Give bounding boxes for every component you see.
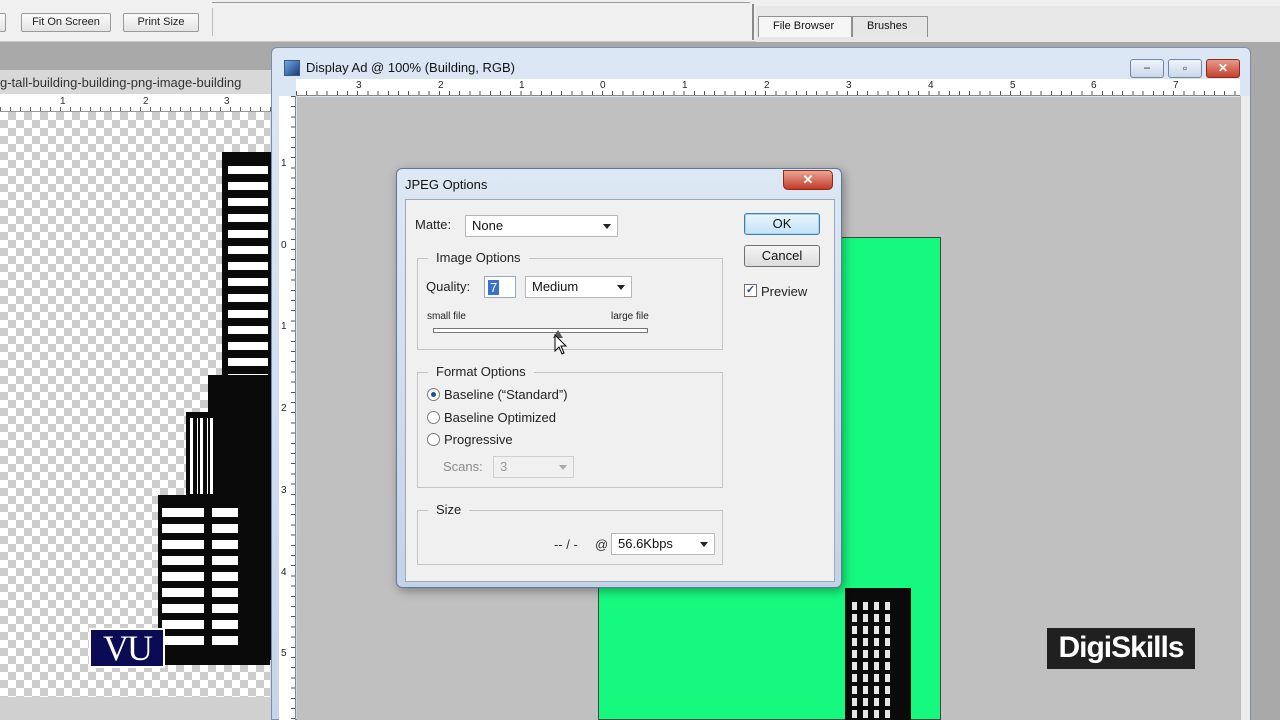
vertical-scrollbar[interactable] <box>1240 96 1250 720</box>
hruler-number: 1 <box>682 80 688 91</box>
vu-logo: VU <box>89 628 165 668</box>
chevron-down-icon <box>700 542 708 547</box>
chevron-down-icon <box>559 465 567 470</box>
size-legend: Size <box>428 502 470 517</box>
left-document-status <box>0 697 272 720</box>
ok-button[interactable]: OK <box>744 213 820 235</box>
baseline-standard-label: Baseline (“Standard”) <box>444 387 568 402</box>
size-at-symbol: @ <box>595 537 609 552</box>
hruler-number: 2 <box>764 80 770 91</box>
progressive-radio[interactable] <box>427 433 440 446</box>
quality-slider-track[interactable] <box>433 328 648 333</box>
fit-on-screen-button[interactable]: Fit On Screen <box>21 13 111 32</box>
hruler-number: 5 <box>1010 80 1016 91</box>
window-close-button[interactable]: ✕ <box>1206 59 1240 78</box>
quality-preset-select[interactable]: Medium <box>525 276 632 298</box>
mouse-cursor-icon <box>554 334 568 355</box>
hruler-number: 3 <box>356 80 362 91</box>
left-ruler-number: 1 <box>60 96 66 107</box>
chevron-down-icon <box>603 224 611 229</box>
hruler-number: 2 <box>438 80 444 91</box>
quality-preset-value: Medium <box>532 279 579 294</box>
quality-value: 7 <box>488 280 500 295</box>
quality-label: Quality: <box>426 279 471 294</box>
matte-label: Matte: <box>415 217 452 232</box>
photoshop-doc-icon <box>284 60 300 76</box>
small-file-label: small file <box>427 311 466 322</box>
options-top-line <box>212 2 750 3</box>
chevron-down-icon <box>617 285 625 290</box>
quality-input[interactable]: 7 <box>484 276 516 298</box>
hruler-number: 1 <box>519 80 525 91</box>
left-document-ruler <box>0 94 272 112</box>
left-document-title[interactable]: g-tall-building-building-png-image-build… <box>0 75 272 95</box>
dialog-title: JPEG Options <box>405 177 488 192</box>
preview-label: Preview <box>761 284 808 299</box>
image-options-legend: Image Options <box>428 250 529 265</box>
hruler-number: 7 <box>1173 80 1179 91</box>
print-size-button[interactable]: Print Size <box>123 13 199 32</box>
baseline-optimized-radio[interactable] <box>427 411 440 424</box>
vruler-number: 5 <box>281 648 287 659</box>
preview-checkbox[interactable]: ✓ <box>744 284 757 297</box>
matte-value: None <box>472 218 504 233</box>
cancel-button[interactable]: Cancel <box>744 245 820 267</box>
hruler-number: 0 <box>600 80 606 91</box>
left-ruler-number: 2 <box>143 96 149 107</box>
size-estimate: -- / - <box>554 537 578 552</box>
tab-file-browser[interactable]: File Browser <box>758 16 852 37</box>
digiskills-logo: DigiSkills <box>1047 628 1195 669</box>
large-file-label: large file <box>611 311 649 322</box>
vruler-number: 2 <box>281 403 287 414</box>
dialog-close-button[interactable]: ✕ <box>783 170 833 190</box>
image-options-group: Image Options <box>417 250 723 350</box>
hruler-number: 4 <box>928 80 934 91</box>
minimize-button[interactable]: − <box>1130 59 1164 78</box>
vruler-number: 4 <box>281 567 287 578</box>
connection-speed-select[interactable]: 56.6Kbps <box>611 533 715 555</box>
hruler-number: 6 <box>1091 80 1097 91</box>
baseline-standard-radio[interactable] <box>427 388 440 401</box>
scans-value: 3 <box>500 459 508 474</box>
vruler-number: 3 <box>281 485 287 496</box>
progressive-label: Progressive <box>444 432 513 447</box>
restore-button[interactable]: ▫ <box>1168 59 1202 78</box>
options-bar-button-partial[interactable] <box>0 13 6 32</box>
vruler-number: 1 <box>281 158 287 169</box>
tab-brushes[interactable]: Brushes <box>852 16 928 37</box>
building-image-right <box>845 588 911 720</box>
hruler-number: 3 <box>846 80 852 91</box>
connection-speed-value: 56.6Kbps <box>618 536 673 551</box>
vruler-number: 1 <box>281 321 287 332</box>
baseline-optimized-label: Baseline Optimized <box>444 410 556 425</box>
options-separator <box>212 8 213 36</box>
scans-select[interactable]: 3 <box>493 456 574 478</box>
format-options-legend: Format Options <box>428 364 534 379</box>
palette-well-separator <box>752 4 754 40</box>
document-title: Display Ad @ 100% (Building, RGB) <box>306 60 516 75</box>
left-ruler-number: 3 <box>224 96 230 107</box>
scans-label: Scans: <box>443 459 483 474</box>
matte-select[interactable]: None <box>465 215 618 237</box>
vruler-number: 0 <box>281 240 287 251</box>
